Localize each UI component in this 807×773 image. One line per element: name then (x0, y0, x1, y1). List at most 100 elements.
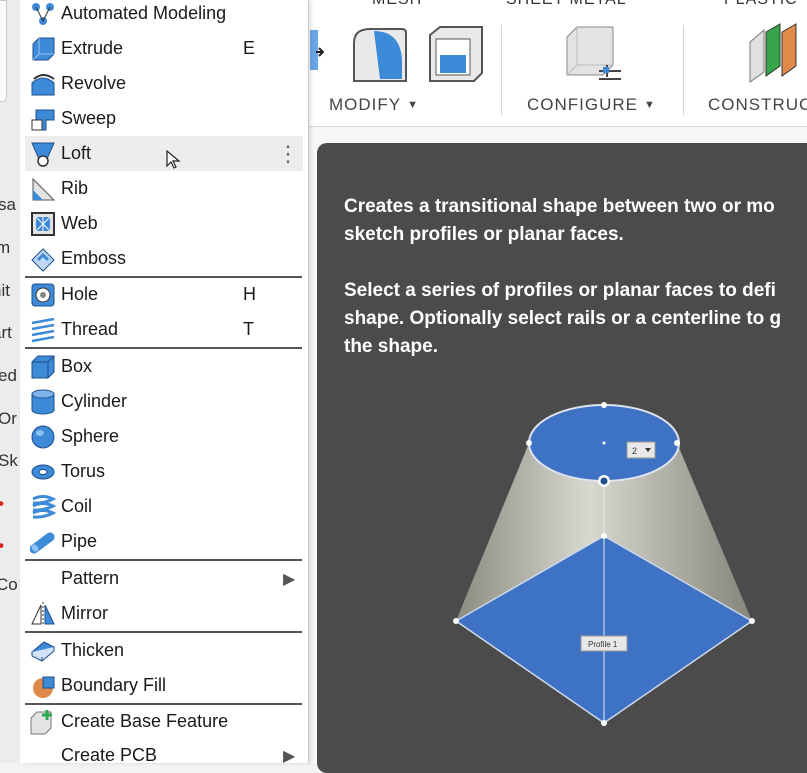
menu-item-label: Sphere (61, 426, 120, 446)
menu-item-hole[interactable]: Hole H (25, 277, 303, 312)
automated-modeling-icon (28, 0, 58, 29)
menu-item-emboss[interactable]: Emboss (25, 241, 303, 276)
menu-item-mirror[interactable]: Mirror (25, 596, 303, 631)
ribbon-toolbar: MESH SHEET METAL PLASTIC MODIFY ▼ CONFIGU… (308, 0, 807, 127)
menu-item-create-base-feature[interactable]: Create Base Feature (25, 704, 303, 739)
menu-item-label: Mirror (61, 603, 108, 623)
menu-item-rib[interactable]: Rib (25, 171, 303, 206)
menu-item-label: Loft (61, 143, 92, 163)
menu-item-box[interactable]: Box (25, 349, 303, 384)
illustration-dropdown: 2 (632, 446, 637, 456)
mouse-cursor-icon (166, 150, 181, 169)
menu-item-extrude[interactable]: Extrude E (25, 31, 303, 66)
web-icon (28, 209, 58, 239)
menu-item-cylinder[interactable]: Cylinder (25, 384, 303, 419)
menu-item-label: Create Base Feature (61, 711, 229, 731)
fillet-icon[interactable] (350, 25, 410, 83)
shortcut-key: H (243, 284, 256, 304)
more-options-icon[interactable]: ⋮ (277, 142, 299, 165)
tooltip-text: Creates a transitional shape between two… (344, 196, 775, 217)
menu-item-label: Web (61, 213, 98, 233)
menu-item-automated-modeling[interactable]: Automated Modeling (25, 0, 303, 31)
menu-item-revolve[interactable]: Revolve (25, 66, 303, 101)
browser-stub: Or (0, 409, 17, 428)
panel-box (0, 0, 7, 102)
sweep-icon (28, 104, 58, 134)
tab-mesh[interactable]: MESH (372, 0, 422, 9)
chevron-right-icon: ▶ (283, 570, 296, 588)
shortcut-key: E (243, 38, 256, 58)
menu-item-label: Torus (61, 461, 106, 481)
thread-icon (28, 315, 58, 345)
extrude-icon (28, 34, 58, 64)
cylinder-icon (28, 387, 58, 417)
menu-item-label: Extrude (61, 38, 124, 58)
menu-item-label: Automated Modeling (61, 3, 227, 23)
menu-item-thicken[interactable]: Thicken (25, 633, 303, 668)
browser-stub: art (0, 323, 12, 342)
configure-label: CONFIGURE (527, 95, 638, 114)
modify-label: MODIFY (329, 95, 402, 114)
pipe-icon (28, 527, 58, 557)
emboss-icon (28, 244, 58, 274)
shortcut-key: T (243, 319, 254, 339)
menu-item-pipe[interactable]: Pipe (25, 524, 303, 559)
configure-icon[interactable] (563, 25, 623, 83)
arrow-icon (310, 30, 324, 70)
menu-item-create-pcb[interactable]: Create PCB ▶ (25, 738, 303, 773)
menu-item-thread[interactable]: Thread T (25, 312, 303, 347)
menu-item-label: Thicken (61, 640, 125, 660)
tooltip-text: sketch profiles or planar faces. (344, 224, 624, 245)
menu-item-label: Rib (61, 178, 89, 198)
menu-item-sphere[interactable]: Sphere (25, 419, 303, 454)
menu-item-label: Revolve (61, 73, 127, 93)
menu-item-sweep[interactable]: Sweep (25, 101, 303, 136)
browser-stub: m (0, 238, 11, 257)
menu-item-label: Cylinder (61, 391, 128, 411)
menu-item-coil[interactable]: Coil (25, 489, 303, 524)
menu-item-torus[interactable]: Torus (25, 454, 303, 489)
box-icon (28, 352, 58, 382)
rib-icon (28, 174, 58, 204)
tooltip-text: the shape. (344, 336, 438, 357)
create-base-feature-icon (28, 707, 58, 737)
tab-plastic[interactable]: PLASTIC (724, 0, 798, 9)
modify-group[interactable]: MODIFY ▼ (329, 95, 419, 115)
error-marker: • (0, 494, 4, 514)
menu-item-label: Pipe (61, 531, 98, 551)
menu-item-label: Thread (61, 319, 119, 339)
browser-panel: sa m nit art ed Or Sk • • Co (0, 0, 20, 763)
menu-item-loft[interactable]: Loft ⋮ (25, 136, 303, 171)
menu-item-label: Emboss (61, 248, 127, 268)
construct-group[interactable]: CONSTRUC (708, 95, 807, 115)
configure-group[interactable]: CONFIGURE ▼ (527, 95, 656, 115)
construct-plane-icon[interactable] (748, 22, 807, 84)
loft-tooltip: Creates a transitional shape between two… (317, 143, 807, 773)
create-menu: Automated Modeling Extrude E Revolve Swe… (20, 0, 309, 765)
revolve-icon (28, 69, 58, 99)
menu-item-pattern[interactable]: Pattern ▶ (25, 561, 303, 596)
loft-icon (28, 139, 58, 169)
tooltip-text: Select a series of profiles or planar fa… (344, 280, 776, 301)
browser-stub: sa (0, 195, 16, 214)
menu-item-web[interactable]: Web (25, 206, 303, 241)
tooltip-text: shape. Optionally select rails or a cent… (344, 308, 782, 329)
boundary-fill-icon (28, 671, 58, 701)
mirror-icon (28, 599, 58, 629)
chevron-down-icon: ▼ (407, 99, 419, 111)
menu-item-label: Hole (61, 284, 99, 304)
thicken-icon (28, 636, 58, 666)
hole-icon (28, 280, 58, 310)
error-marker: • (0, 536, 4, 556)
loft-illustration: 2 Profile 1 (453, 402, 755, 726)
tab-sheet-metal[interactable]: SHEET METAL (506, 0, 627, 9)
chevron-down-icon: ▼ (644, 99, 656, 111)
menu-item-boundary-fill[interactable]: Boundary Fill (25, 668, 303, 703)
construct-label: CONSTRUC (708, 95, 807, 114)
illustration-profile-label: Profile 1 (588, 640, 618, 649)
shell-icon[interactable] (426, 25, 486, 83)
coil-icon (28, 492, 58, 522)
menu-item-label: Coil (61, 496, 93, 516)
browser-stub: Co (0, 575, 18, 594)
torus-icon (28, 457, 58, 487)
